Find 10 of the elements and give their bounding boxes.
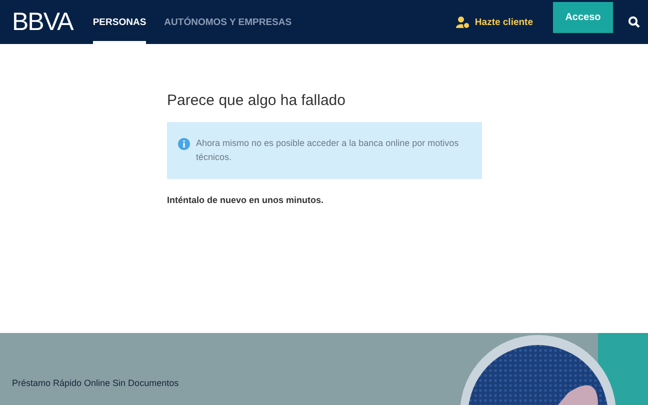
- nav-tab[interactable]: AUTÓNOMOS Y EMPRESAS: [164, 0, 292, 44]
- logo[interactable]: BBVA: [12, 8, 73, 36]
- banner-eyebrow: Préstamo Rápido Online Sin Documentos: [12, 378, 179, 388]
- error-title: Parece que algo ha fallado: [167, 92, 346, 109]
- signup-link[interactable]: Hazte cliente: [456, 0, 533, 44]
- search-icon[interactable]: [628, 16, 640, 28]
- person-icon: [456, 16, 470, 28]
- retry-text: Inténtalo de nuevo en unos minutos.: [167, 195, 325, 205]
- info-icon: [178, 138, 190, 150]
- notice-text: Ahora mismo no es posible acceder a la banca online por motivos técnicos.: [196, 137, 460, 164]
